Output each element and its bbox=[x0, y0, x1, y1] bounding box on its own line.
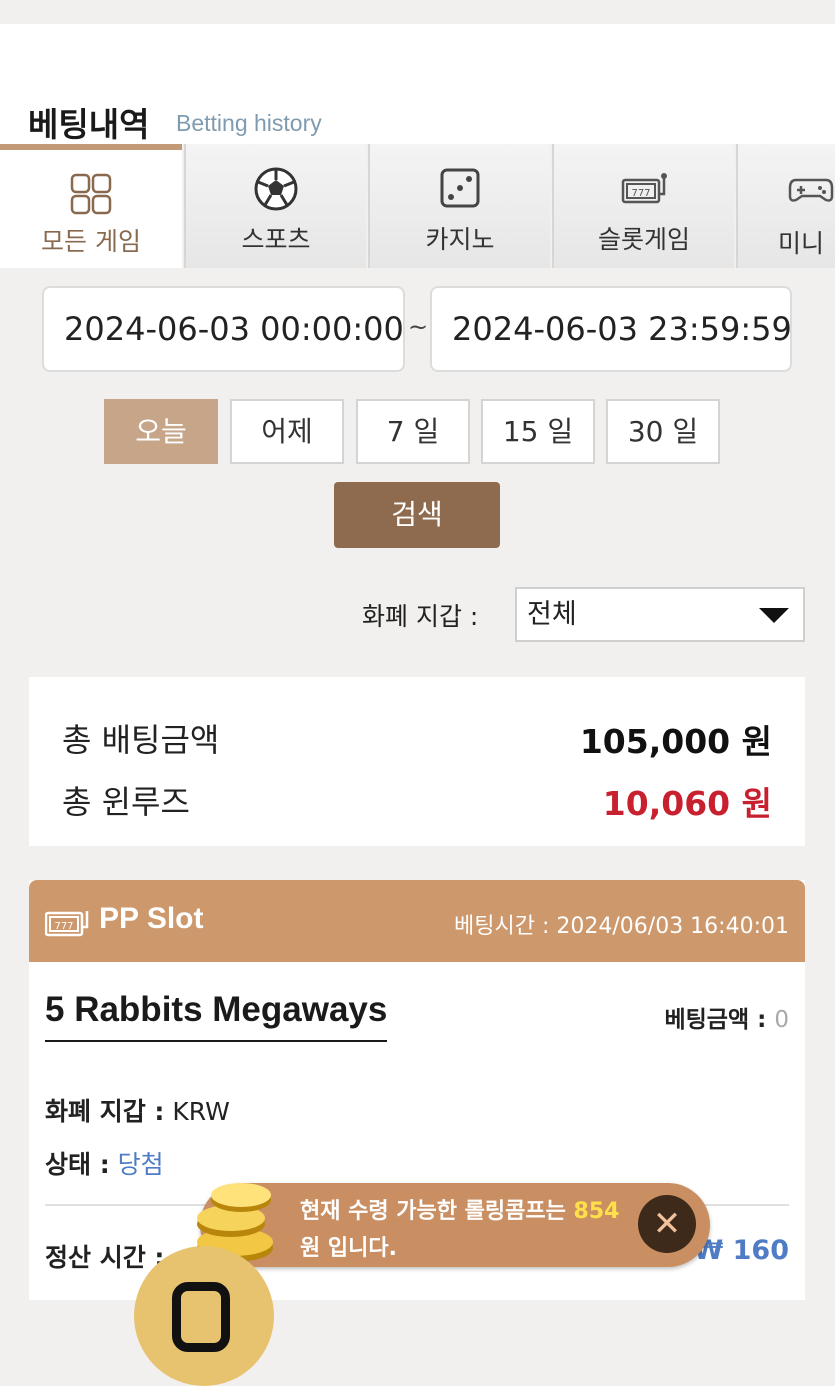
wallet-row: 화폐 지갑 : KRW bbox=[45, 1092, 230, 1128]
bet-amount-value: 0 bbox=[774, 1007, 789, 1033]
close-icon[interactable]: ✕ bbox=[638, 1195, 696, 1253]
floating-action-button[interactable] bbox=[134, 1246, 274, 1386]
search-button[interactable]: 검색 bbox=[334, 482, 500, 548]
bet-card-header: 777 PP Slot 베팅시간 : 2024/06/03 16:40:01 bbox=[29, 880, 805, 962]
wallet-label: 화폐 지갑 : bbox=[45, 1097, 165, 1126]
range-30days-button[interactable]: 30 일 bbox=[606, 399, 720, 464]
tab-mini[interactable]: 미니 bbox=[736, 144, 835, 268]
total-winloss-label: 총 윈루즈 bbox=[62, 783, 190, 821]
date-to-input[interactable]: 2024-06-03 23:59:59 bbox=[430, 286, 792, 372]
tab-sports[interactable]: 스포츠 bbox=[184, 144, 366, 268]
range-15days-button[interactable]: 15 일 bbox=[481, 399, 595, 464]
soccer-ball-icon bbox=[254, 167, 298, 211]
total-winloss-value: 10,060 원 bbox=[602, 784, 772, 823]
grid-icon bbox=[70, 173, 112, 215]
tab-casino[interactable]: 카지노 bbox=[368, 144, 550, 268]
wallet-filter-label: 화폐 지갑 : bbox=[362, 602, 479, 631]
range-yesterday-button[interactable]: 어제 bbox=[230, 399, 344, 464]
tab-label: 스포츠 bbox=[241, 225, 311, 254]
range-today-button[interactable]: 오늘 bbox=[104, 399, 218, 464]
provider-name: PP Slot bbox=[99, 902, 204, 935]
date-from-input[interactable]: 2024-06-03 00:00:00 bbox=[42, 286, 405, 372]
gamepad-icon bbox=[788, 178, 834, 202]
svg-text:777: 777 bbox=[631, 188, 650, 199]
tab-label: 슬롯게임 bbox=[597, 225, 690, 254]
bet-summary-panel: 총 배팅금액 105,000 원 총 윈루즈 10,060 원 bbox=[29, 677, 805, 846]
dropdown-arrow-icon bbox=[759, 608, 789, 623]
win-amount: ₩ 160 bbox=[693, 1235, 789, 1266]
settle-time-label: 정산 시간 : bbox=[45, 1243, 165, 1272]
tab-all-games[interactable]: 모든 게임 bbox=[0, 144, 182, 268]
svg-text:777: 777 bbox=[54, 921, 73, 932]
wallet-select-value: 전체 bbox=[527, 599, 577, 630]
wallet-value: KRW bbox=[172, 1097, 230, 1126]
dice-icon bbox=[440, 168, 480, 208]
game-tabs: 모든 게임 스포츠 카지노 777 슬롯게임 미니 bbox=[0, 144, 835, 268]
toast-message-line1: 현재 수령 가능한 롤링콤프는 854 bbox=[300, 1193, 619, 1225]
bet-amount-label: 베팅금액 : bbox=[664, 1007, 767, 1033]
toast-text: 현재 수령 가능한 롤링콤프는 bbox=[300, 1199, 566, 1224]
page-subtitle: Betting history bbox=[176, 110, 322, 136]
status-row: 상태 : 당첨 bbox=[45, 1145, 164, 1181]
page-title: 베팅내역 bbox=[28, 105, 150, 144]
tab-label: 카지노 bbox=[425, 225, 495, 254]
bet-amount: 베팅금액 : 0 bbox=[664, 1000, 789, 1034]
chat-icon bbox=[172, 1282, 230, 1352]
status-badge: 당첨 bbox=[117, 1150, 164, 1179]
toast-comp-amount: 854 bbox=[573, 1199, 620, 1224]
status-label: 상태 : bbox=[45, 1150, 110, 1179]
total-bet-value: 105,000 원 bbox=[579, 722, 772, 761]
bet-time: 베팅시간 : 2024/06/03 16:40:01 bbox=[454, 914, 789, 939]
date-range-separator: ~ bbox=[408, 313, 429, 341]
game-name[interactable]: 5 Rabbits Megaways bbox=[45, 990, 388, 1042]
toast-message-line2: 원 입니다. bbox=[300, 1236, 397, 1261]
range-7days-button[interactable]: 7 일 bbox=[356, 399, 470, 464]
total-bet-label: 총 배팅금액 bbox=[62, 721, 220, 759]
status-bar-area bbox=[0, 0, 835, 24]
tab-label: 미니 bbox=[778, 229, 825, 258]
slot-machine-icon: 777 bbox=[621, 173, 667, 204]
slot-machine-icon: 777 bbox=[45, 911, 89, 937]
tab-slot-games[interactable]: 777 슬롯게임 bbox=[552, 144, 734, 268]
page-header: 베팅내역 Betting history bbox=[0, 24, 835, 144]
wallet-select[interactable]: 전체 bbox=[515, 587, 805, 642]
tab-label: 모든 게임 bbox=[41, 227, 141, 256]
